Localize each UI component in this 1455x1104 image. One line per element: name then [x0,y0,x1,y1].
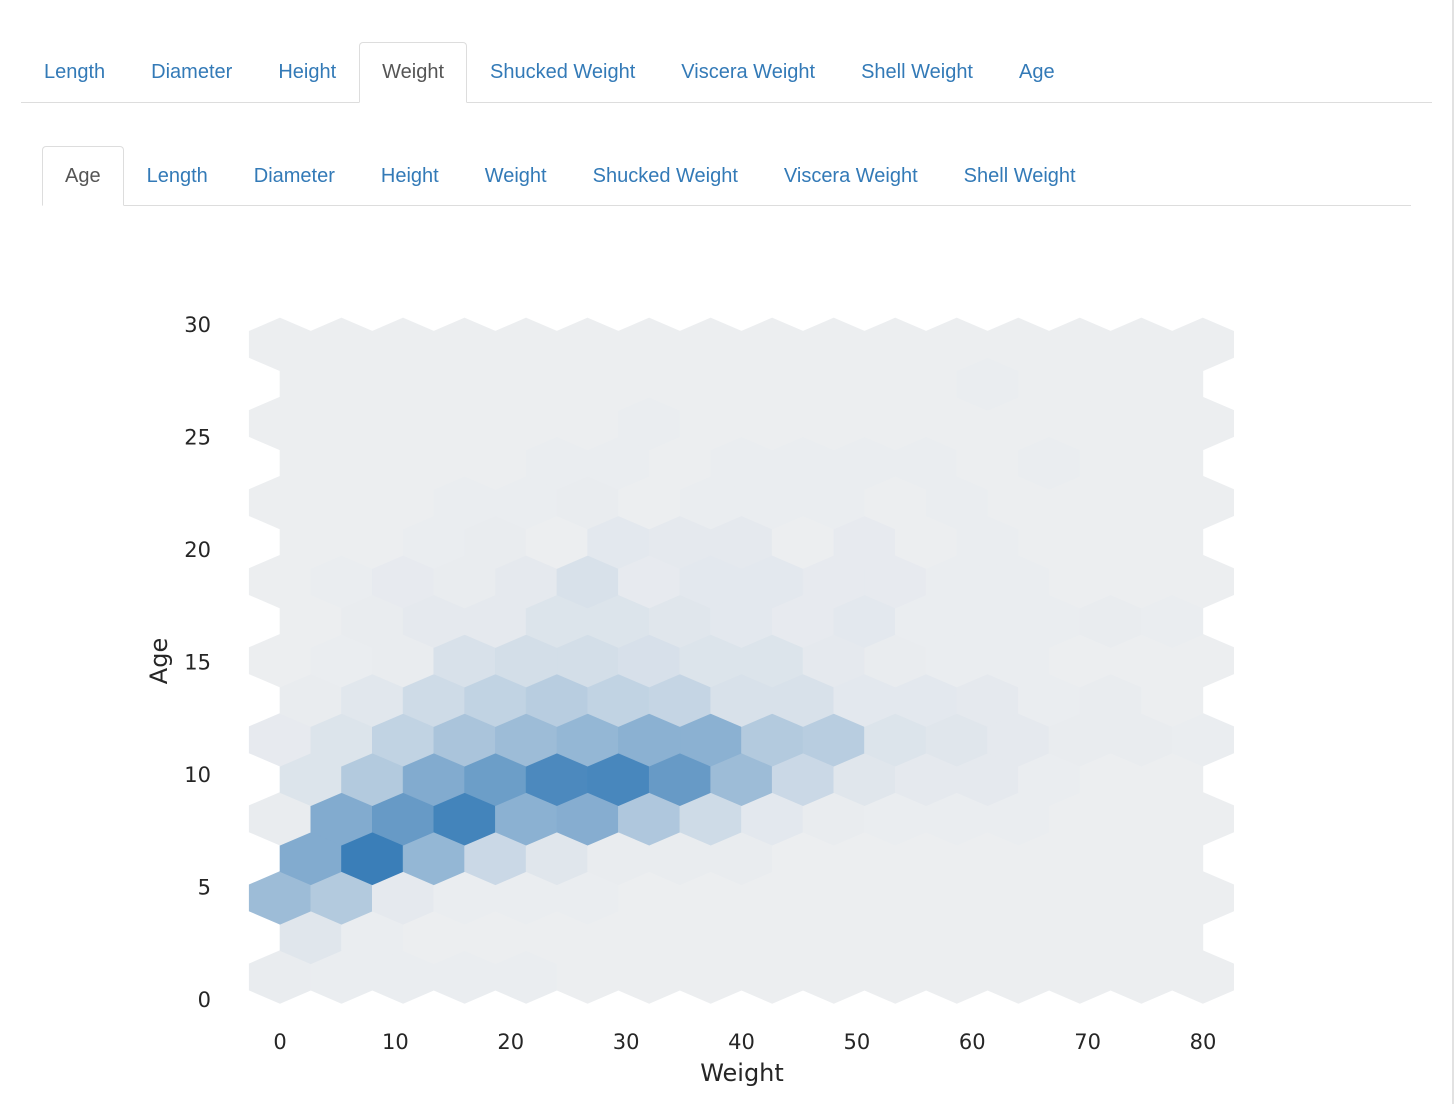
x-tick-label: 70 [1074,1030,1101,1054]
x-tick-label: 30 [613,1030,640,1054]
y-axis-ticks: 0 5 10 15 20 25 30 [184,313,211,1012]
hexbin-chart: 0 5 10 15 20 25 30 0 10 20 30 40 50 60 70 80 Weight Ag… [145,313,1234,1087]
y-tick-label: 5 [198,876,211,900]
x-tick-label: 0 [273,1030,286,1054]
x-tick-label: 10 [382,1030,409,1054]
y-tick-label: 20 [184,538,211,562]
y-tick-label: 10 [184,763,211,787]
y-tick-label: 25 [184,426,211,450]
x-tick-label: 20 [497,1030,524,1054]
y-tick-label: 15 [184,651,211,675]
x-axis-label: Weight [700,1059,784,1087]
x-axis-ticks: 0 10 20 30 40 50 60 70 80 [273,1030,1216,1054]
y-axis-label: Age [145,638,173,684]
y-tick-label: 0 [198,988,211,1012]
y-tick-label: 30 [184,313,211,337]
x-tick-label: 80 [1190,1030,1217,1054]
x-tick-label: 40 [728,1030,755,1054]
x-tick-label: 50 [844,1030,871,1054]
x-tick-label: 60 [959,1030,986,1054]
hex-bins [248,317,1234,1004]
